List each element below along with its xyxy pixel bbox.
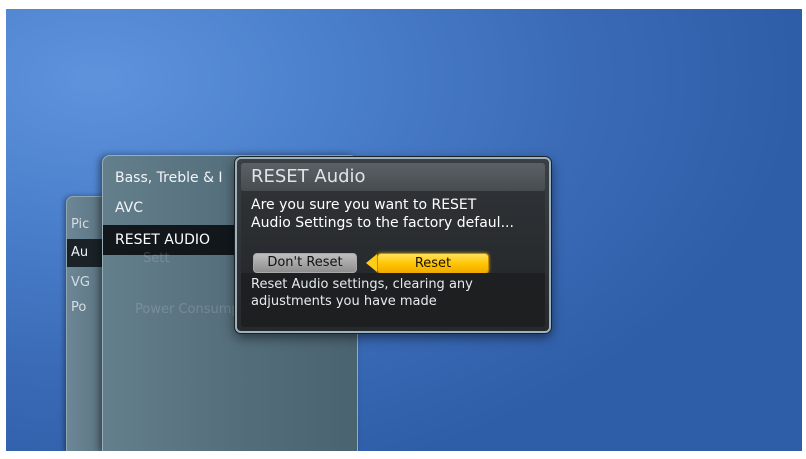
- reset-button[interactable]: Reset: [377, 253, 489, 274]
- help-text-line-1: Reset Audio settings, clearing any: [251, 277, 473, 292]
- focus-arrow-icon: [366, 254, 377, 272]
- ghost-label-settings: Sett: [143, 251, 170, 266]
- main-menu-item-vga[interactable]: VG: [71, 275, 90, 290]
- reset-audio-dialog: RESET Audio Are you sure you want to RES…: [235, 157, 551, 333]
- main-menu-item-power[interactable]: Po: [71, 300, 86, 315]
- dialog-help-text-area: Reset Audio settings, clearing any adjus…: [241, 273, 545, 327]
- dialog-body: Are you sure you want to RESET Audio Set…: [241, 191, 545, 274]
- help-text-line-2: adjustments you have made: [251, 294, 437, 309]
- dialog-titlebar: RESET Audio: [241, 163, 545, 191]
- audio-menu-item-bass-treble[interactable]: Bass, Treble & I: [115, 170, 223, 186]
- main-menu-item-picture[interactable]: Pic: [71, 217, 89, 232]
- audio-menu-item-reset-audio[interactable]: RESET AUDIO: [103, 225, 243, 255]
- dialog-message-line-1: Are you sure you want to RESET: [251, 197, 477, 213]
- tv-screen: Pic Au VG Po Bass, Treble & I AVC RESET …: [6, 9, 802, 451]
- dialog-message-line-2: Audio Settings to the factory defaul...: [251, 215, 514, 231]
- dialog-title: RESET Audio: [251, 166, 366, 187]
- dont-reset-button[interactable]: Don't Reset: [253, 253, 357, 273]
- audio-menu-item-avc[interactable]: AVC: [115, 200, 143, 216]
